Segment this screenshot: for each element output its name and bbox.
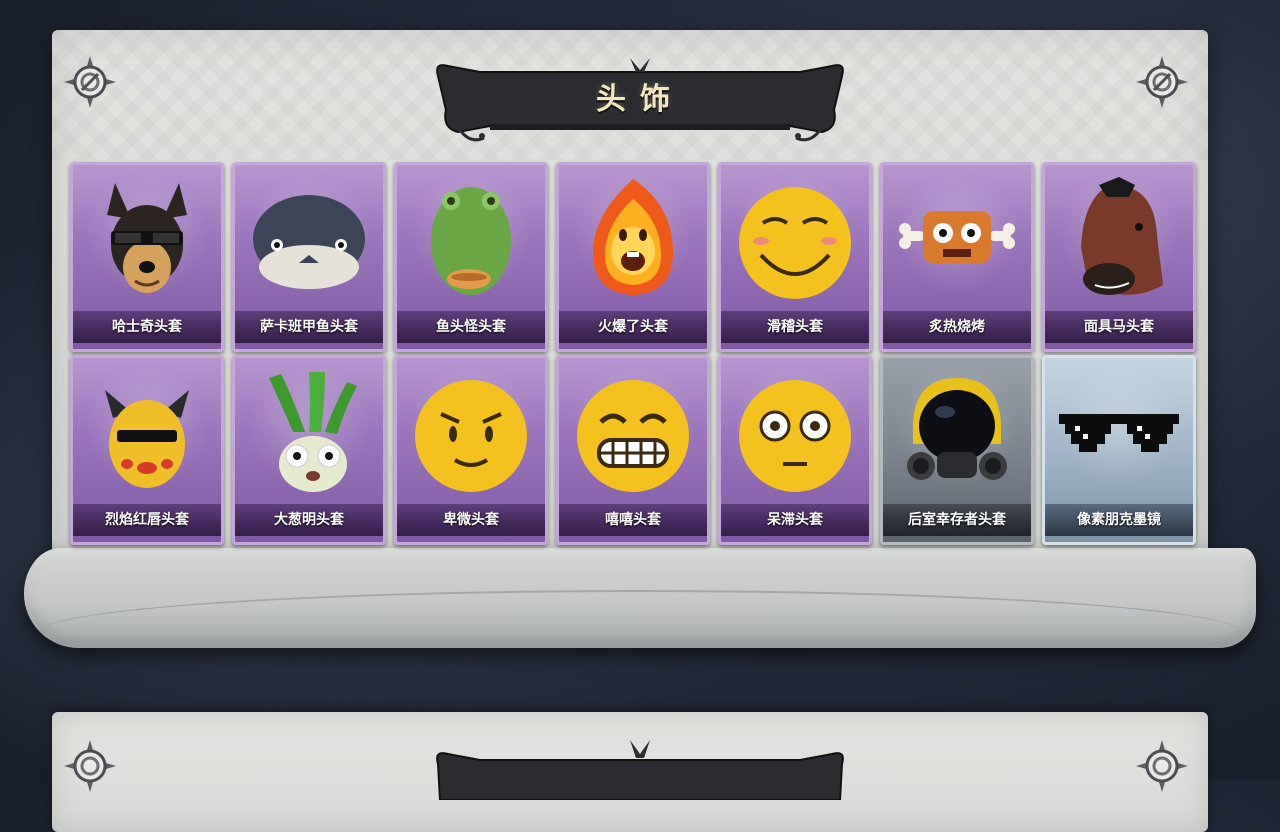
item-card[interactable]: 火爆了头套 [556, 162, 710, 352]
item-name: 哈士奇头套 [73, 311, 221, 343]
gas-mask-helmet-icon [907, 378, 1007, 480]
item-card[interactable]: 炙热烧烤 [880, 162, 1034, 352]
husky-mask-icon [107, 183, 187, 293]
item-name: 嘻嘻头套 [559, 504, 707, 536]
grin-face-mask-icon [577, 380, 689, 492]
item-card[interactable]: 面具马头套 [1042, 162, 1196, 352]
item-card[interactable]: 烈焰红唇头套 [70, 355, 224, 545]
corner-ornament-icon [64, 56, 116, 108]
funny-face-mask-icon [739, 187, 851, 299]
item-name: 鱼头怪头套 [397, 311, 545, 343]
item-card[interactable]: 后室幸存者头套 [880, 355, 1034, 545]
horse-mask-icon [1081, 177, 1163, 295]
corner-ornament-icon [1136, 740, 1188, 792]
item-name: 卑微头套 [397, 504, 545, 536]
item-name: 后室幸存者头套 [883, 504, 1031, 536]
sacabambaspis-mask-icon [253, 195, 365, 289]
fire-mask-icon [593, 179, 673, 295]
item-name: 像素朋克墨镜 [1045, 504, 1193, 536]
item-card[interactable]: 鱼头怪头套 [394, 162, 548, 352]
dazed-face-mask-icon [739, 380, 851, 492]
item-name: 火爆了头套 [559, 311, 707, 343]
pixel-sunglasses-icon [1059, 414, 1179, 452]
item-name: 大葱明头套 [235, 504, 383, 536]
item-card[interactable]: 卑微头套 [394, 355, 548, 545]
red-lips-mask-icon [105, 390, 189, 488]
item-card[interactable]: 萨卡班甲鱼头套 [232, 162, 386, 352]
item-card[interactable]: 嘻嘻头套 [556, 355, 710, 545]
scallion-mask-icon [269, 372, 357, 492]
item-card[interactable]: 哈士奇头套 [70, 162, 224, 352]
corner-ornament-icon [1136, 56, 1188, 108]
section-title-banner: 头饰 [430, 58, 850, 148]
corner-ornament-icon [64, 740, 116, 792]
item-card[interactable]: 像素朋克墨镜 [1042, 355, 1196, 545]
item-name: 萨卡班甲鱼头套 [235, 311, 383, 343]
item-grid: 哈士奇头套 萨卡班甲鱼头套 鱼头怪头套 火爆了头套 滑稽头套 炙热烧烤 面具马头… [70, 162, 1196, 545]
banner-frame-icon [436, 740, 844, 801]
next-section-banner [430, 740, 850, 801]
item-card[interactable]: 大葱明头套 [232, 355, 386, 545]
item-name: 炙热烧烤 [883, 311, 1031, 343]
item-card[interactable]: 滑稽头套 [718, 162, 872, 352]
bbq-meat-mask-icon [899, 211, 1015, 263]
item-name: 滑稽头套 [721, 311, 869, 343]
fish-head-mask-icon [431, 187, 511, 295]
item-card[interactable]: 呆滞头套 [718, 355, 872, 545]
item-name: 面具马头套 [1045, 311, 1193, 343]
item-name: 烈焰红唇头套 [73, 504, 221, 536]
section-title: 头饰 [596, 82, 684, 117]
humble-face-mask-icon [415, 380, 527, 492]
item-name: 呆滞头套 [721, 504, 869, 536]
